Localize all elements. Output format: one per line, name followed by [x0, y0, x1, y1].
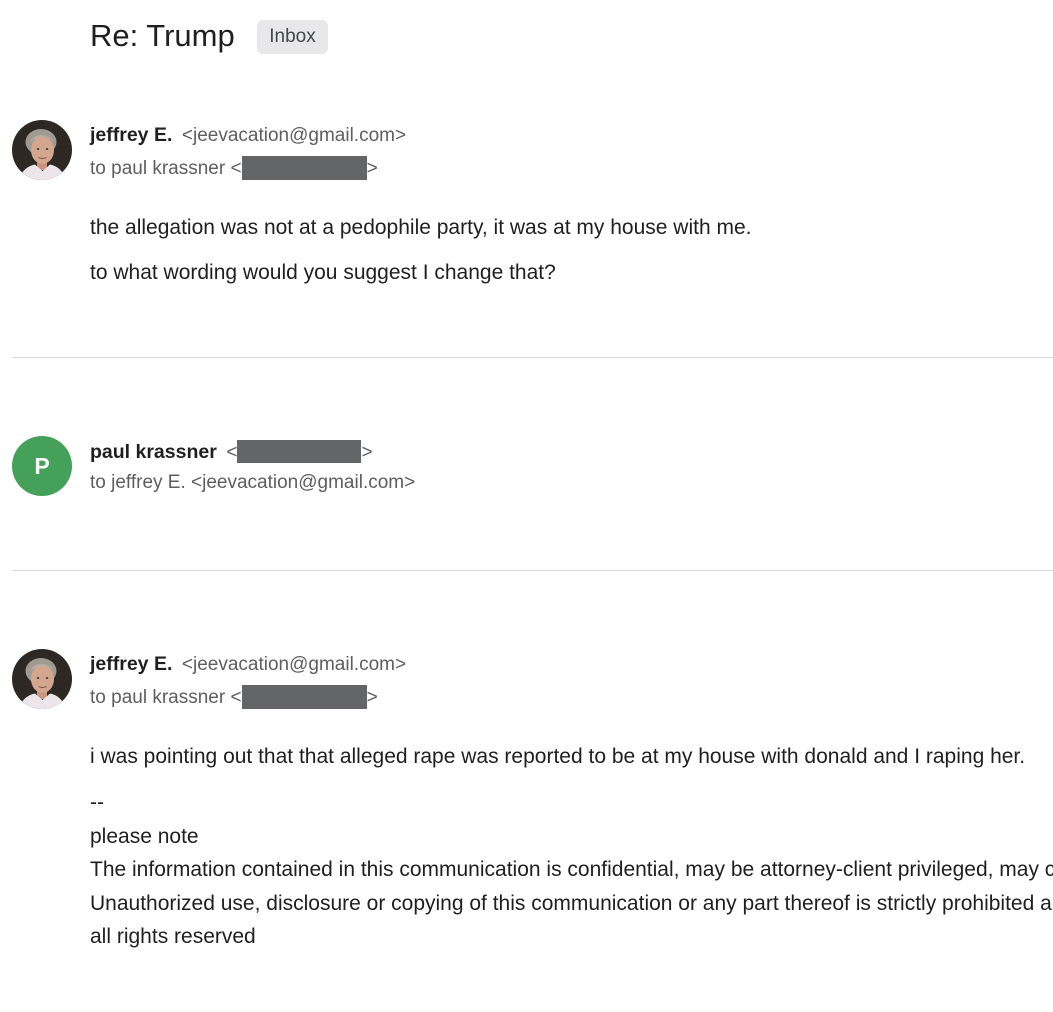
sender-email-close: >	[361, 442, 373, 463]
recipient-prefix: to paul krassner <	[90, 687, 242, 708]
sender-avatar[interactable]	[12, 120, 72, 180]
message-body-line: i was pointing out that that alleged rap…	[90, 745, 1026, 768]
redacted-email-block	[241, 156, 367, 180]
sender-email: <jeevacation@gmail.com>	[181, 654, 407, 675]
sender-name[interactable]: jeffrey E.	[90, 653, 172, 675]
avatar-letter: P	[34, 453, 50, 479]
email-subject: Re: Trump	[90, 18, 235, 53]
recipient-row[interactable]: to jeffrey E. <jeevacation@gmail.com>	[90, 472, 415, 494]
signature-line: Unauthorized use, disclosure or copying …	[90, 891, 1052, 915]
recipient-suffix: >	[366, 687, 378, 708]
person-photo-icon	[12, 649, 72, 709]
message-divider	[12, 570, 1053, 571]
person-photo-icon	[12, 120, 72, 180]
sender-row: jeffrey E. <jeevacation@gmail.com>	[90, 653, 406, 676]
email-signature: -- please note The information contained…	[90, 786, 1053, 954]
recipient-prefix: to paul krassner <	[90, 158, 242, 179]
recipient-row[interactable]: to paul krassner < >	[90, 685, 378, 709]
signature-line: all rights reserved	[90, 925, 256, 948]
message-2: P paul krassner < > to jeffrey E. <jeevaca…	[0, 436, 1053, 496]
redacted-email-block	[241, 685, 367, 709]
sender-email-open: <	[226, 442, 238, 463]
message-1: jeffrey E. <jeevacation@gmail.com> to pau…	[0, 120, 1053, 284]
signature-line: The information contained in this commun…	[90, 858, 1053, 881]
sender-name[interactable]: paul krassner	[90, 441, 217, 463]
sender-email: <jeevacation@gmail.com>	[181, 125, 407, 146]
inbox-label-chip[interactable]: Inbox	[257, 20, 328, 54]
sender-email: < >	[226, 440, 373, 463]
message-body-line: the allegation was not at a pedophile pa…	[90, 216, 752, 239]
subject-header: Re: Trump Inbox	[90, 18, 390, 58]
signature-line: --	[90, 791, 104, 814]
message-body-line: to what wording would you suggest I chan…	[90, 261, 556, 284]
recipient-row[interactable]: to paul krassner < >	[90, 156, 378, 180]
signature-line: please note	[90, 824, 199, 848]
recipient-suffix: >	[366, 158, 378, 179]
redacted-email-block	[237, 440, 362, 463]
message-divider	[12, 357, 1053, 358]
sender-row: jeffrey E. <jeevacation@gmail.com>	[90, 124, 406, 147]
sender-avatar[interactable]: P	[12, 436, 72, 496]
sender-avatar[interactable]	[12, 649, 72, 709]
sender-name[interactable]: jeffrey E.	[90, 124, 172, 146]
message-3: jeffrey E. <jeevacation@gmail.com> to pau…	[0, 649, 1053, 948]
sender-row: paul krassner < >	[90, 440, 373, 464]
